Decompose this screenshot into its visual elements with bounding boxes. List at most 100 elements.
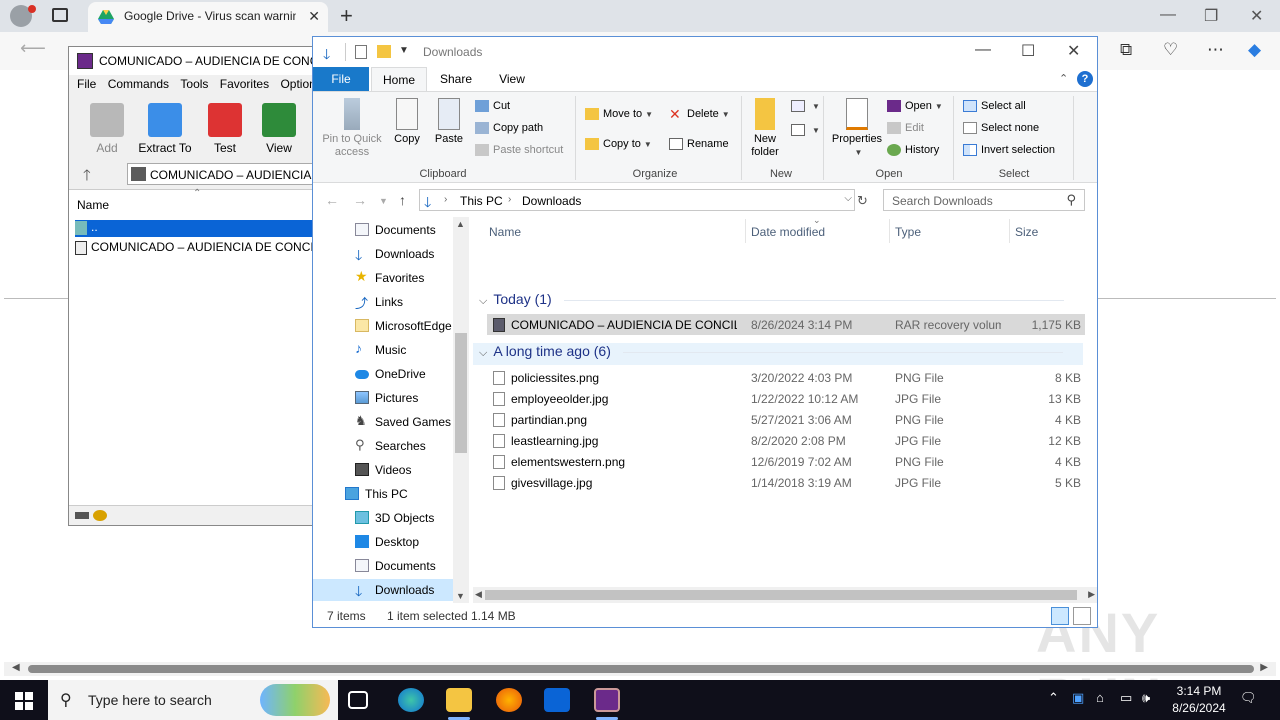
file-row[interactable]: partindian.png 5/27/2021 3:06 AM PNG Fil… [487,409,1085,430]
group-header-long-ago[interactable]: ⌵ A long time ago (6) [473,343,1083,365]
cut-button[interactable]: Cut [475,100,510,113]
breadcrumb-this-pc[interactable]: This PC [460,194,503,208]
file-row[interactable]: elementswestern.png 12/6/2019 7:02 AM PN… [487,451,1085,472]
column-divider[interactable] [1009,219,1010,243]
windows-start-icon[interactable] [15,692,33,710]
menu-commands[interactable]: Commands [108,77,169,91]
select-none-button[interactable]: Select none [963,122,1039,135]
up-icon[interactable]: ↑ [399,192,406,208]
select-all-button[interactable]: Select all [963,100,1026,113]
easy-access-button[interactable]: ▼ [791,124,820,137]
minimize-button[interactable]: — [975,41,991,59]
column-header-type[interactable]: Type [895,225,921,239]
history-button[interactable]: History [887,144,939,157]
column-header-size[interactable]: Size [1015,225,1038,239]
network-icon[interactable]: ▭ [1120,690,1132,706]
close-button[interactable]: ✕ [1067,41,1080,61]
list-item[interactable]: .. [75,220,317,237]
volume-icon[interactable]: 🕪 [1142,690,1150,706]
file-row[interactable]: COMUNICADO – AUDIENCIA DE CONCILIACION 8… [487,314,1085,335]
nav-pane-scrollbar[interactable]: ▲ ▼ [453,217,469,603]
taskbar-search-box[interactable]: ⚲ Type here to search [48,680,338,720]
help-icon[interactable]: ? [1077,71,1093,87]
edit-button[interactable]: Edit [887,122,924,135]
open-button[interactable]: Open ▼ [887,100,943,113]
column-header-date[interactable]: Date modified [751,225,825,239]
chevron-up-icon[interactable]: ⌃ [1048,690,1059,706]
paste-button[interactable]: Paste [431,98,467,146]
test-button[interactable]: Test [197,103,253,155]
collections-icon[interactable]: ⧉ [1120,40,1132,60]
file-row[interactable]: policiessites.png 3/20/2022 4:03 PM PNG … [487,367,1085,388]
details-view-icon[interactable] [1051,607,1069,625]
firefox-icon[interactable] [496,688,522,712]
tab-share[interactable]: Share [429,67,483,91]
address-bar[interactable]: 🡓 › This PC › Downloads ⌵ [419,189,855,211]
task-view-icon[interactable] [348,691,368,709]
file-explorer-icon[interactable] [446,688,472,712]
extract-to-button[interactable]: Extract To [137,103,193,155]
new-item-button[interactable]: ▼ [791,100,820,113]
chevron-down-icon[interactable]: ⌵ [479,347,487,359]
file-row[interactable]: givesvillage.jpg 1/14/2018 3:19 AM JPG F… [487,472,1085,493]
scroll-up-icon[interactable]: ▲ [456,219,465,229]
scroll-down-icon[interactable]: ▼ [456,591,465,601]
chevron-down-icon[interactable]: ⌵ [479,295,487,307]
notifications-icon[interactable]: 🗨 [1240,690,1257,706]
copy-to-button[interactable]: Copy to ▼ [585,138,652,151]
close-tab-icon[interactable]: ✕ [308,8,320,25]
scroll-right-icon[interactable]: ▶ [1088,589,1095,600]
copilot-icon[interactable]: ◆ [1248,40,1261,60]
new-folder-quick-icon[interactable] [377,45,391,58]
new-tab-button[interactable]: + [340,3,353,29]
recent-locations-icon[interactable]: ▼ [379,196,388,206]
forward-icon[interactable]: → [353,192,367,208]
search-box[interactable]: Search Downloads ⚲ [883,189,1085,211]
scroll-left-icon[interactable]: ◀ [12,662,20,673]
up-folder-icon[interactable]: 🡑 [83,165,91,190]
tab-file[interactable]: File [313,67,369,91]
maximize-button[interactable]: ☐ [1021,41,1035,61]
file-list-horizontal-scrollbar[interactable]: ◀ ▶ [473,587,1097,603]
properties-quick-icon[interactable] [355,45,367,59]
copy-button[interactable]: Copy [389,98,425,146]
tab-actions-icon[interactable] [52,8,68,22]
winrar-column-name[interactable]: Name [77,198,109,212]
view-button[interactable]: View [251,103,307,155]
browser-minimize-button[interactable]: — [1160,6,1176,24]
scrollbar-thumb[interactable] [485,590,1077,600]
outlook-tray-icon[interactable]: ▣ [1072,690,1084,706]
outlook-icon[interactable] [544,688,570,712]
copy-path-button[interactable]: Copy path [475,122,543,135]
chevron-right-icon[interactable]: › [508,194,511,205]
rename-button[interactable]: Rename [669,138,729,151]
paste-shortcut-button[interactable]: Paste shortcut [475,144,563,157]
menu-tools[interactable]: Tools [180,77,208,91]
list-item[interactable]: COMUNICADO – AUDIENCIA DE CONCILIACION [75,240,317,257]
file-row[interactable]: leastlearning.jpg 8/2/2020 2:08 PM JPG F… [487,430,1085,451]
menu-file[interactable]: File [77,77,96,91]
tab-home[interactable]: Home [371,67,427,91]
winrar-path-field[interactable]: COMUNICADO – AUDIENCIA DE CONCILIACION [127,163,421,185]
properties-button[interactable]: Properties ▼ [829,98,885,159]
winrar-taskbar-icon[interactable] [594,688,620,712]
scrollbar-thumb[interactable] [455,333,467,453]
chevron-right-icon[interactable]: › [444,194,447,205]
move-to-button[interactable]: Move to ▼ [585,108,653,121]
column-header-name[interactable]: Name [489,225,521,239]
nav-item-downloads-selected[interactable]: 🡓 Downloads [313,579,453,601]
group-header-today[interactable]: ⌵ Today (1) [479,291,1064,308]
column-divider[interactable] [745,219,746,243]
network-device-icon[interactable]: ⌂ [1096,690,1104,705]
file-row[interactable]: employeeolder.jpg 1/22/2022 10:12 AM JPG… [487,388,1085,409]
scroll-left-icon[interactable]: ◀ [475,589,482,600]
delete-button[interactable]: ✕ Delete ▼ [669,107,730,121]
large-icons-view-icon[interactable] [1073,607,1091,625]
more-menu-icon[interactable]: ⋯ [1207,40,1224,60]
tab-view[interactable]: View [485,67,539,91]
customize-quick-access-icon[interactable]: ▼ [399,45,409,56]
refresh-icon[interactable]: ↻ [857,193,868,209]
new-folder-button[interactable]: New folder [747,98,783,159]
breadcrumb-downloads[interactable]: Downloads [522,194,581,208]
invert-selection-button[interactable]: Invert selection [963,144,1055,157]
